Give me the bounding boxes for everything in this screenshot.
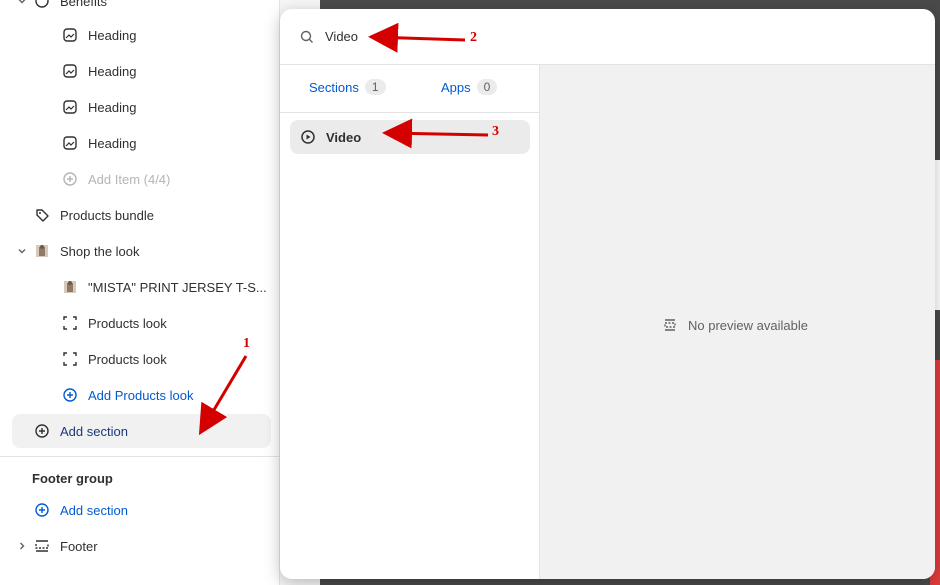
tab-label: Sections — [309, 79, 359, 95]
sidebar-item-footer[interactable]: Footer — [0, 530, 280, 562]
benefits-icon — [34, 0, 50, 9]
plus-circle-icon — [34, 502, 50, 518]
sidebar-item-label: Heading — [88, 135, 137, 151]
sidebar-item-label: Products bundle — [60, 207, 154, 223]
search-bar — [280, 9, 935, 65]
chevron-down-icon[interactable] — [16, 245, 28, 257]
add-section-button[interactable]: Add section — [0, 415, 280, 447]
results-pane: Sections 1 Apps 0 Video — [280, 65, 540, 579]
add-products-look-label: Add Products look — [88, 387, 194, 403]
sidebar-item-heading[interactable]: Heading — [0, 19, 280, 51]
chevron-right-icon[interactable] — [16, 540, 28, 552]
image-icon — [62, 63, 78, 79]
result-item-label: Video — [326, 129, 362, 145]
chevron-down-icon[interactable] — [16, 0, 28, 7]
divider — [0, 456, 280, 457]
tag-icon — [34, 207, 50, 223]
sidebar-item-label: Heading — [88, 63, 137, 79]
add-item-label: Add Item (4/4) — [88, 171, 171, 187]
search-input[interactable] — [325, 29, 825, 44]
tab-count-badge: 1 — [364, 79, 386, 95]
sidebar-item-benefits[interactable]: Benefits — [0, 0, 280, 17]
annotation-number-2: 2 — [470, 30, 477, 45]
play-circle-icon — [300, 129, 316, 145]
add-section-popover: Sections 1 Apps 0 Video No preview avail… — [280, 9, 935, 579]
no-preview-label: No preview available — [688, 317, 808, 333]
footer-add-section-button[interactable]: Add section — [0, 494, 280, 526]
layout-icon — [662, 317, 678, 333]
sidebar-item-label: "MISTA" PRINT JERSEY T-S... — [88, 279, 267, 295]
annotation-number-3: 3 — [492, 124, 499, 139]
plus-circle-icon — [34, 423, 50, 439]
image-icon — [62, 27, 78, 43]
add-products-look-button[interactable]: Add Products look — [0, 379, 280, 411]
image-icon — [62, 135, 78, 151]
sidebar-item-products-look[interactable]: Products look — [0, 307, 280, 339]
sidebar: Benefits Heading Heading Heading Heading… — [0, 0, 280, 585]
tab-count-badge: 0 — [476, 79, 498, 95]
annotation-number-1: 1 — [243, 336, 250, 351]
sidebar-item-products-bundle[interactable]: Products bundle — [0, 199, 280, 231]
sidebar-item-products-look[interactable]: Products look — [0, 343, 280, 375]
footer-group-title: Footer group — [32, 471, 113, 486]
sidebar-item-heading[interactable]: Heading — [0, 127, 280, 159]
sidebar-item-label: Products look — [88, 315, 167, 331]
tab-sections[interactable]: Sections 1 — [309, 79, 386, 95]
sidebar-item-heading[interactable]: Heading — [0, 55, 280, 87]
sidebar-item-label: Footer — [60, 538, 98, 554]
tab-label: Apps — [441, 79, 471, 95]
preview-pane: No preview available — [540, 65, 935, 579]
image-icon — [62, 99, 78, 115]
sidebar-item-label: Products look — [88, 351, 167, 367]
footer-layout-icon — [34, 538, 50, 554]
tab-apps[interactable]: Apps 0 — [441, 79, 498, 95]
sidebar-item-label: Shop the look — [60, 243, 140, 259]
add-section-label: Add section — [60, 423, 128, 439]
product-thumbnail-icon — [34, 243, 50, 259]
dashed-frame-icon — [62, 351, 78, 367]
sidebar-item-product[interactable]: "MISTA" PRINT JERSEY T-S... — [0, 271, 280, 303]
sidebar-item-shop-the-look[interactable]: Shop the look — [0, 235, 280, 267]
plus-circle-icon — [62, 171, 78, 187]
add-item-button: Add Item (4/4) — [0, 163, 280, 195]
sidebar-item-label: Benefits — [60, 0, 107, 9]
sidebar-item-heading[interactable]: Heading — [0, 91, 280, 123]
no-preview-message: No preview available — [662, 317, 808, 333]
results-tabs: Sections 1 Apps 0 — [280, 65, 540, 113]
plus-circle-icon — [62, 387, 78, 403]
sidebar-item-label: Heading — [88, 99, 137, 115]
product-thumbnail-icon — [62, 279, 78, 295]
search-icon — [299, 29, 315, 45]
add-section-label: Add section — [60, 502, 128, 518]
dashed-frame-icon — [62, 315, 78, 331]
sidebar-item-label: Heading — [88, 27, 137, 43]
